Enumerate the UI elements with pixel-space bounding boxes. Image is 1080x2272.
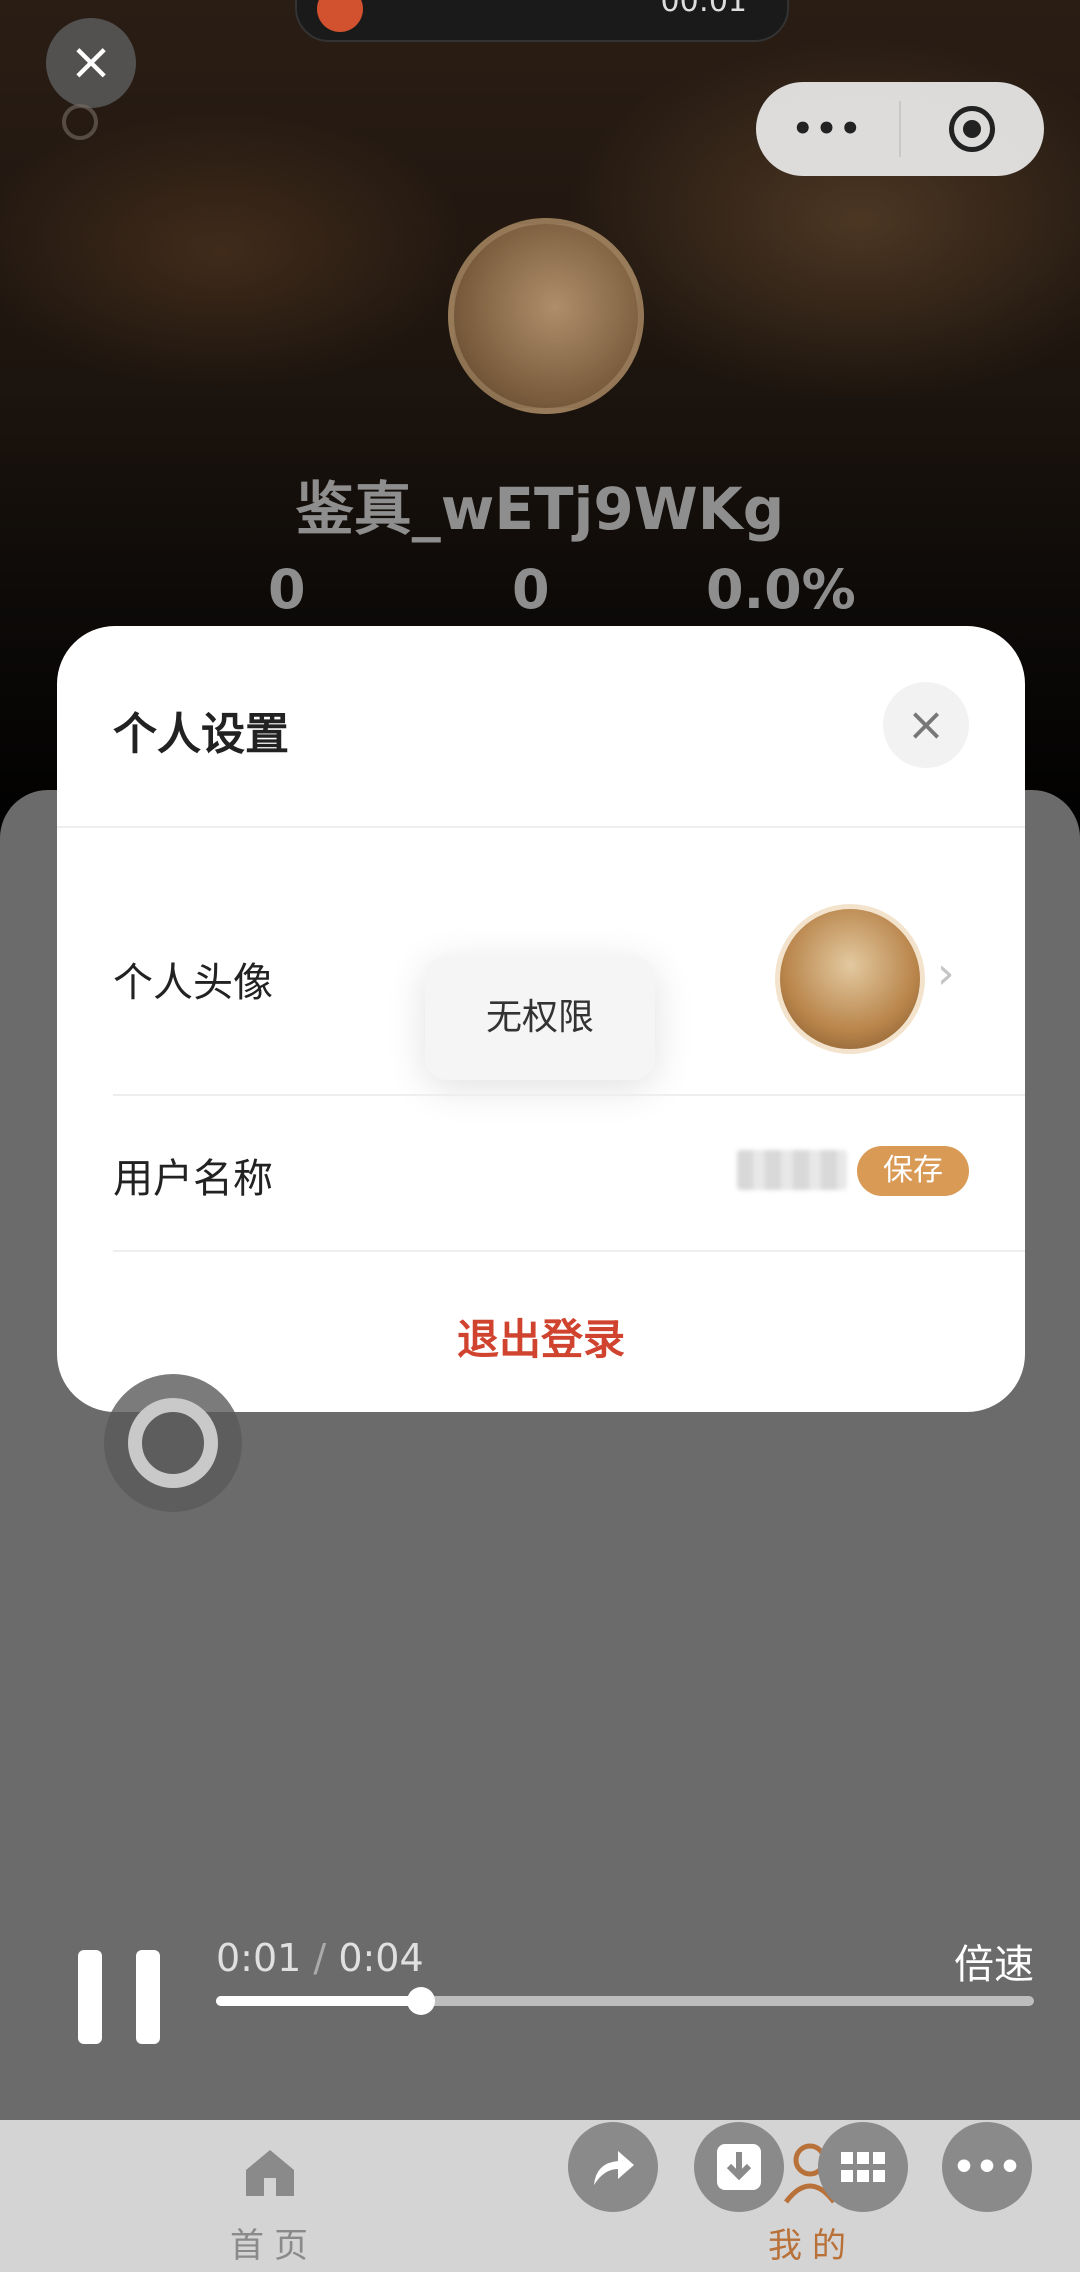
username-input[interactable]: [737, 1150, 847, 1190]
current-time: 0:01: [216, 1936, 302, 1980]
more-dots-icon: •••: [952, 2146, 1022, 2188]
time-separator: /: [301, 1936, 339, 1980]
home-icon[interactable]: [240, 2144, 300, 2200]
gear-icon[interactable]: [62, 104, 98, 140]
logout-button[interactable]: 退出登录: [57, 1306, 1025, 1367]
progress-slider[interactable]: [216, 1987, 1034, 2015]
duration: 0:04: [338, 1936, 424, 1980]
playback-time: 0:01 / 0:04: [216, 1936, 424, 1980]
tab-home[interactable]: 首页: [230, 2218, 318, 2267]
stat-value: 0: [268, 558, 306, 621]
close-icon[interactable]: ×: [46, 18, 136, 108]
recorder-time: 00:01: [660, 0, 747, 19]
ring-icon: [128, 1398, 218, 1488]
profile-avatar: [448, 218, 644, 414]
close-icon[interactable]: ×: [883, 682, 969, 768]
divider: [113, 1094, 1025, 1096]
share-icon: [594, 2151, 634, 2185]
grid-icon: [841, 2152, 885, 2182]
miniprogram-capsule: •••: [756, 82, 1044, 176]
avatar-row-label: 个人头像: [113, 960, 273, 1006]
screen-recorder-pill[interactable]: 00:01: [295, 0, 789, 42]
divider: [57, 826, 1025, 828]
target-icon: [949, 106, 996, 152]
apps-button[interactable]: [818, 2122, 908, 2212]
divider: [113, 1250, 1025, 1252]
pause-icon[interactable]: [78, 1950, 162, 2044]
username-row-label: 用户名称: [113, 1156, 273, 1202]
more-button[interactable]: •••: [942, 2122, 1032, 2212]
more-dots-icon: •••: [791, 109, 864, 149]
floating-ball-button[interactable]: [104, 1374, 242, 1512]
record-stop-icon[interactable]: [317, 0, 363, 32]
avatar[interactable]: [775, 904, 925, 1054]
exit-button[interactable]: [901, 82, 1044, 176]
save-button[interactable]: 保存: [857, 1146, 969, 1196]
download-button[interactable]: [694, 2122, 784, 2212]
modal-title: 个人设置: [113, 709, 289, 760]
stat-value: 0.0%: [706, 558, 856, 621]
more-button[interactable]: •••: [756, 82, 899, 176]
progress-fill: [216, 1996, 421, 2006]
progress-handle[interactable]: [406, 1987, 435, 2015]
stat-value: 0: [512, 558, 550, 621]
chevron-right-icon[interactable]: ›: [937, 948, 955, 999]
profile-name: 鉴真_wETj9WKg: [295, 475, 785, 543]
speed-button[interactable]: 倍速: [954, 1932, 1034, 1990]
toast-message: 无权限: [425, 956, 655, 1080]
bottom-tab-bar: [0, 2120, 1080, 2272]
download-icon: [717, 2144, 761, 2190]
tab-me[interactable]: 我的: [768, 2218, 856, 2267]
personal-settings-modal: 个人设置 × 个人头像 › 无权限 用户名称 保存 退出登录: [57, 626, 1025, 1412]
share-button[interactable]: [568, 2122, 658, 2212]
